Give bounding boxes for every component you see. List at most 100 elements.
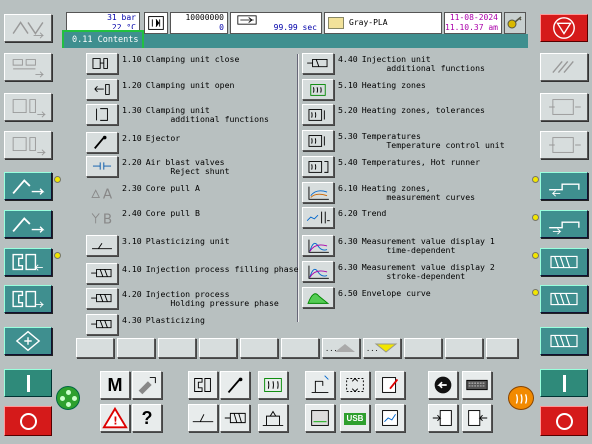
menu-item[interactable]: 5.20 Heating zones, tolerances bbox=[302, 104, 485, 125]
injection-unit-back-key[interactable] bbox=[540, 210, 588, 238]
help-label: ? bbox=[141, 408, 153, 428]
screw-back-key[interactable] bbox=[540, 285, 588, 313]
motor-on-button[interactable] bbox=[4, 369, 52, 397]
setup-mode-icon[interactable] bbox=[132, 371, 162, 399]
injection-additional-icon bbox=[302, 53, 334, 74]
heating-curves-icon bbox=[302, 182, 334, 203]
mould-close-key[interactable] bbox=[4, 248, 52, 276]
menu-item[interactable]: 1.30 Clamping unit additional functions bbox=[86, 104, 269, 125]
indicator-led bbox=[54, 176, 61, 183]
purge-key[interactable] bbox=[540, 327, 588, 355]
indicator-led bbox=[532, 176, 539, 183]
left-key-2[interactable] bbox=[4, 53, 52, 81]
ejector-screen-icon[interactable] bbox=[220, 371, 250, 399]
menu-item[interactable]: 1.10 Clamping unit close bbox=[86, 53, 239, 74]
menu-item[interactable]: 5.30 Temperatures Temperature control uni… bbox=[302, 130, 505, 151]
function-key-10[interactable] bbox=[445, 338, 483, 358]
screw-forward-key[interactable] bbox=[540, 248, 588, 276]
page-up-button[interactable]: ... bbox=[322, 338, 360, 358]
manual-mode-button[interactable]: M bbox=[100, 371, 130, 399]
temperature-control-icon bbox=[302, 130, 334, 151]
function-key-3[interactable] bbox=[158, 338, 196, 358]
page-left-icon[interactable] bbox=[428, 404, 458, 432]
menu-item[interactable]: 4.20 Injection process Holding pressure p… bbox=[86, 288, 279, 309]
menu-item[interactable]: 5.10 Heating zones bbox=[302, 79, 426, 100]
function-key-4[interactable] bbox=[199, 338, 237, 358]
function-key-5[interactable] bbox=[240, 338, 278, 358]
menu-item[interactable]: 2.10 Ejector bbox=[86, 132, 180, 153]
menu-item[interactable]: 6.50 Envelope curve bbox=[302, 287, 431, 308]
menu-item[interactable]: 6.20 Trend bbox=[302, 207, 386, 228]
function-key-1[interactable] bbox=[76, 338, 114, 358]
alarm-warning-icon[interactable]: ! bbox=[100, 404, 130, 432]
function-key-11[interactable] bbox=[486, 338, 518, 358]
injection-unit-forward-key[interactable] bbox=[540, 172, 588, 200]
nozzle-back-key[interactable] bbox=[4, 210, 52, 238]
ejector-icon bbox=[86, 132, 118, 153]
plasticizing-unit-icon bbox=[86, 235, 118, 256]
counter-display: 10000000 0 bbox=[170, 12, 228, 34]
injection-screen-icon[interactable] bbox=[220, 404, 250, 432]
material-display: Gray-PLA bbox=[324, 12, 442, 34]
plasticizing-screen-icon[interactable] bbox=[188, 404, 218, 432]
mould-open-key[interactable] bbox=[4, 285, 52, 313]
menu-item[interactable]: 4.10 Injection process filling phase bbox=[86, 263, 299, 284]
cycle-time-display: 99.99 sec bbox=[230, 12, 322, 34]
screen-tab[interactable]: 0.11 Contents bbox=[62, 30, 144, 50]
core-pull-b-icon: B bbox=[86, 207, 118, 228]
left-key-4[interactable] bbox=[4, 131, 52, 159]
menu-item[interactable]: 6.10 Heating zones, measurement curves bbox=[302, 182, 475, 203]
holding-pressure-icon bbox=[86, 288, 118, 309]
right-key-2[interactable] bbox=[540, 53, 588, 81]
heating-on-button[interactable] bbox=[540, 369, 588, 397]
menu-item[interactable]: B 2.40 Core pull B bbox=[86, 207, 200, 228]
datetime-display: 11-08-2024 11.10.37 am bbox=[444, 12, 502, 34]
back-arrow-icon[interactable] bbox=[428, 371, 458, 399]
notepad-edit-icon[interactable] bbox=[375, 371, 405, 399]
page-right-icon[interactable] bbox=[462, 404, 492, 432]
menu-item[interactable]: 6.30 Measurement value display 1 time-dep… bbox=[302, 235, 495, 256]
indicator-led bbox=[54, 252, 61, 259]
menu-item[interactable]: 1.20 Clamping unit open bbox=[86, 79, 234, 100]
clamp-additional-icon bbox=[86, 104, 118, 125]
page-down-button[interactable]: ... bbox=[363, 338, 401, 358]
function-key-2[interactable] bbox=[117, 338, 155, 358]
key-icon[interactable] bbox=[504, 12, 526, 34]
menu-item[interactable]: 2.20 Air blast valves Reject shunt bbox=[86, 156, 230, 177]
heating-off-button[interactable] bbox=[540, 406, 588, 436]
network-status-icon bbox=[56, 386, 80, 410]
right-key-4[interactable] bbox=[540, 131, 588, 159]
report-chart-icon[interactable] bbox=[375, 404, 405, 432]
menu-item[interactable]: 4.40 Injection unit additional functions bbox=[302, 53, 485, 74]
svg-text:A: A bbox=[103, 186, 113, 202]
clamp-close-icon bbox=[86, 53, 118, 74]
indicator-led bbox=[532, 252, 539, 259]
data-set-icon[interactable] bbox=[305, 404, 335, 432]
right-key-3[interactable] bbox=[540, 93, 588, 121]
hot-runner-icon bbox=[302, 156, 334, 177]
heating-screen-icon[interactable] bbox=[258, 371, 288, 399]
quality-screen-icon[interactable] bbox=[258, 404, 288, 432]
menu-item[interactable]: 3.10 Plasticizing unit bbox=[86, 235, 230, 256]
function-key-9[interactable] bbox=[404, 338, 442, 358]
emergency-stop-button[interactable] bbox=[540, 14, 588, 42]
help-button[interactable]: ? bbox=[132, 404, 162, 432]
clamp-open-icon bbox=[86, 79, 118, 100]
left-key-1[interactable] bbox=[4, 14, 52, 42]
usb-storage-icon[interactable]: USB bbox=[340, 404, 370, 432]
measurement-time-icon bbox=[302, 235, 334, 256]
menu-item[interactable]: 6.30 Measurement value display 2 stroke-d… bbox=[302, 261, 495, 282]
robot-screen-icon[interactable] bbox=[305, 371, 335, 399]
menu-item[interactable]: 5.40 Temperatures, Hot runner bbox=[302, 156, 480, 177]
diamond-key[interactable] bbox=[4, 327, 52, 355]
menu-item[interactable]: A 2.30 Core pull A bbox=[86, 182, 200, 203]
motor-off-button[interactable] bbox=[4, 406, 52, 436]
nozzle-forward-key[interactable] bbox=[4, 172, 52, 200]
heating-zones-icon bbox=[302, 79, 334, 100]
function-key-6[interactable] bbox=[281, 338, 319, 358]
menu-item[interactable]: 4.30 Plasticizing bbox=[86, 314, 205, 335]
keyboard-icon[interactable] bbox=[462, 371, 492, 399]
clamping-screen-icon[interactable] bbox=[188, 371, 218, 399]
cycle-sequence-icon[interactable] bbox=[340, 371, 370, 399]
left-key-3[interactable] bbox=[4, 93, 52, 121]
